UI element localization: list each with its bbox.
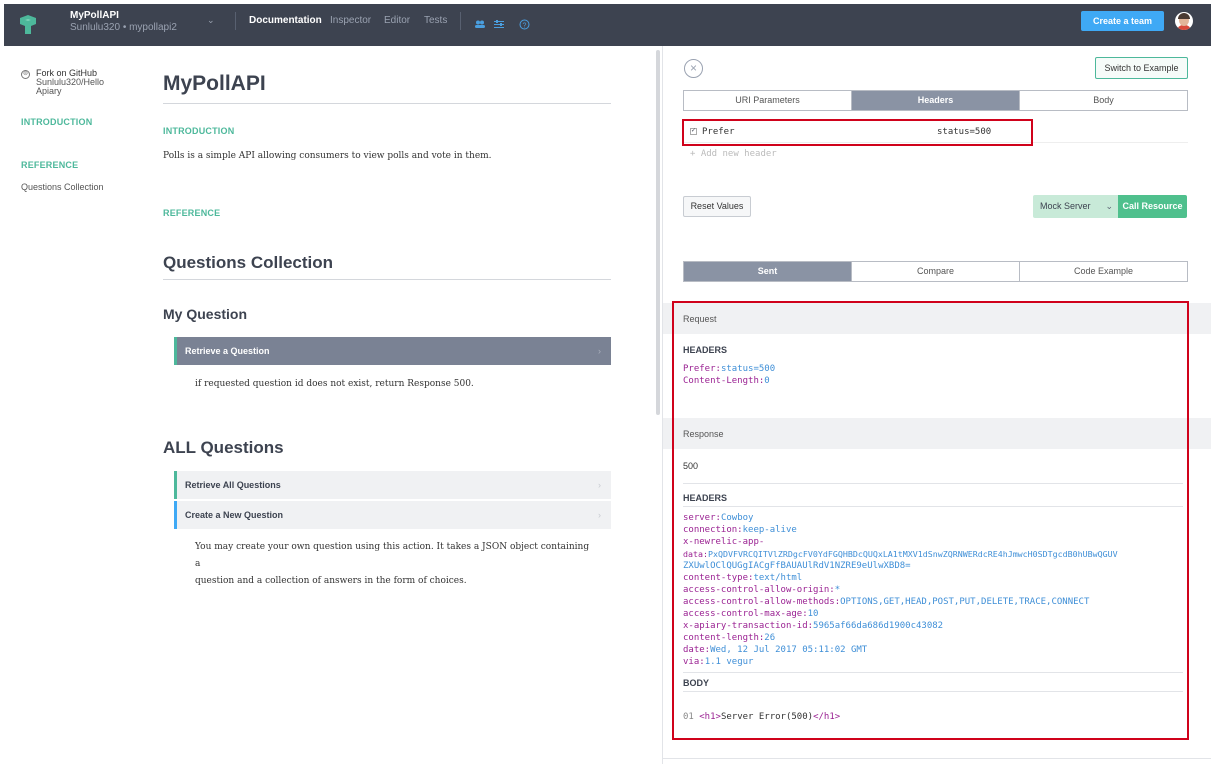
tab-body[interactable]: Body: [1020, 91, 1187, 110]
tab-inspector[interactable]: Inspector: [330, 15, 371, 26]
description-line: question and a collection of answers in …: [195, 576, 467, 586]
call-resource-button[interactable]: Call Resource: [1118, 195, 1187, 218]
action-label: Retrieve All Questions: [185, 480, 281, 490]
action-label: Create a New Question: [185, 510, 284, 520]
sidebar-item-questions-collection[interactable]: Questions Collection: [21, 182, 104, 192]
divider: [235, 12, 236, 30]
divider: [663, 758, 1211, 759]
chevron-right-icon: ›: [598, 346, 601, 356]
svg-text:?: ?: [523, 22, 527, 29]
chevron-right-icon: ›: [598, 510, 601, 520]
resource-title-all-questions: ALL Questions: [163, 438, 284, 457]
action-create-a-new-question[interactable]: Create a New Question ›: [174, 501, 611, 529]
panel-divider: [662, 46, 663, 764]
collection-title: Questions Collection: [163, 253, 334, 272]
divider: [163, 103, 611, 104]
action-description: if requested question id does not exist,…: [195, 379, 474, 389]
help-icon[interactable]: ?: [519, 19, 530, 30]
reset-values-button[interactable]: Reset Values: [683, 196, 751, 217]
page-title: MyPollAPI: [163, 72, 266, 95]
resource-title-my-question: My Question: [163, 306, 248, 322]
action-label: Retrieve a Question: [185, 346, 270, 356]
github-icon[interactable]: ⊚: [21, 70, 30, 79]
highlight-box: [682, 119, 1033, 146]
mock-server-select[interactable]: Mock Server ⌄: [1033, 195, 1118, 218]
highlight-box: [672, 301, 1189, 740]
settings-sliders-icon[interactable]: [494, 20, 504, 28]
tab-editor[interactable]: Editor: [384, 15, 410, 26]
divider: [460, 12, 461, 30]
result-tabs: Sent Compare Code Example: [683, 261, 1188, 282]
tab-headers[interactable]: Headers: [852, 91, 1020, 110]
top-bar: [4, 4, 1211, 46]
action-description: You may create your own question using t…: [195, 539, 595, 590]
action-retrieve-a-question[interactable]: Retrieve a Question ›: [174, 337, 611, 365]
create-team-button[interactable]: Create a team: [1081, 11, 1164, 31]
avatar[interactable]: [1175, 12, 1193, 30]
close-icon[interactable]: ×: [684, 59, 703, 78]
scrollbar[interactable]: [656, 50, 660, 415]
param-tabs: URI Parameters Headers Body: [683, 90, 1188, 111]
divider: [163, 279, 611, 280]
action-retrieve-all-questions[interactable]: Retrieve All Questions ›: [174, 471, 611, 499]
tab-uri-parameters[interactable]: URI Parameters: [684, 91, 852, 110]
sidebar-item-reference[interactable]: REFERENCE: [21, 160, 78, 170]
chevron-down-icon: ⌄: [1105, 201, 1113, 211]
tab-tests[interactable]: Tests: [424, 15, 447, 26]
app-title[interactable]: MyPollAPI: [70, 10, 119, 21]
tab-compare[interactable]: Compare: [852, 262, 1020, 281]
chevron-right-icon: ›: [598, 480, 601, 490]
chevron-down-icon[interactable]: ⌄: [207, 15, 215, 26]
section-label-reference: REFERENCE: [163, 208, 221, 218]
mock-server-label: Mock Server: [1040, 201, 1091, 211]
switch-to-example-button[interactable]: Switch to Example: [1095, 57, 1188, 79]
section-label-introduction: INTRODUCTION: [163, 126, 235, 136]
tab-sent[interactable]: Sent: [684, 262, 852, 281]
tab-documentation[interactable]: Documentation: [249, 15, 322, 26]
apiary-logo-icon[interactable]: [18, 15, 38, 35]
users-icon[interactable]: [475, 20, 485, 28]
description-line: You may create your own question using t…: [195, 542, 590, 569]
sidebar-item-introduction[interactable]: INTRODUCTION: [21, 117, 92, 127]
intro-text: Polls is a simple API allowing consumers…: [163, 151, 492, 161]
add-new-header-input[interactable]: + Add new header: [690, 149, 777, 159]
tab-code-example[interactable]: Code Example: [1020, 262, 1187, 281]
app-subtitle: Sunlulu320 • mypollapi2: [70, 22, 177, 33]
fork-repo-name[interactable]: Sunlulu320/Hello Apiary: [36, 78, 116, 96]
